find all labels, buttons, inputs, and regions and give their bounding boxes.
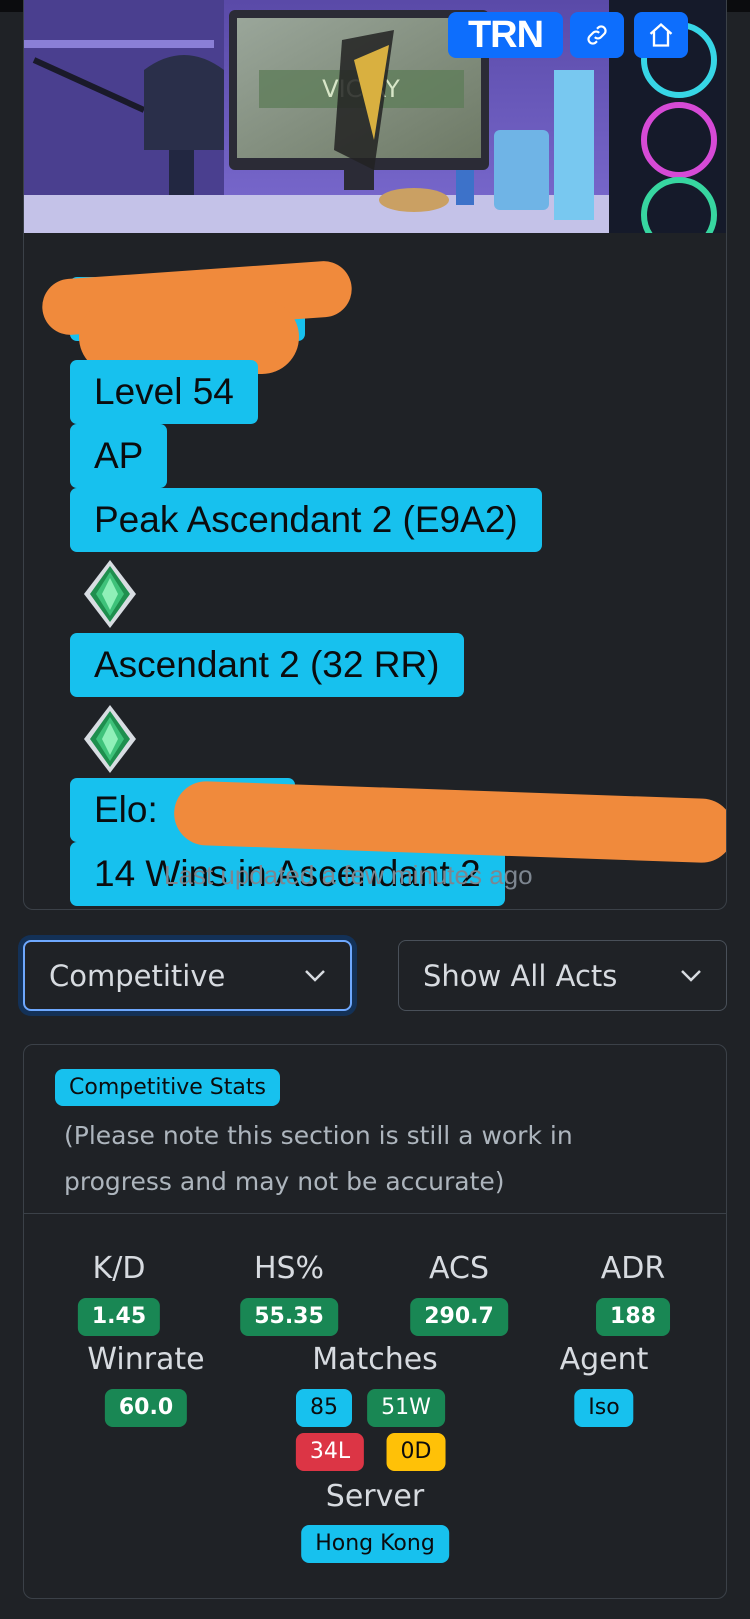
acts-select-value: Show All Acts — [423, 958, 618, 993]
winrate-label: Winrate — [87, 1342, 205, 1377]
server-label: Server — [325, 1479, 425, 1514]
acs-label: ACS — [429, 1251, 489, 1286]
profile-banner: VIC RY TRN — [24, 0, 726, 233]
peak-rank-pill: Peak Ascendant 2 (E9A2) — [70, 488, 542, 552]
mode-select-value: Competitive — [49, 958, 226, 993]
copy-link-button[interactable] — [570, 12, 624, 58]
hs-badge: 55.35 — [240, 1298, 338, 1336]
winrate-badge: 60.0 — [104, 1389, 188, 1427]
section-title-badge: Competitive Stats — [55, 1069, 280, 1106]
trn-button[interactable]: TRN — [448, 12, 563, 58]
acs-badge: 290.7 — [410, 1298, 508, 1336]
competitive-stats-card: Competitive Stats (Please note this sect… — [23, 1044, 727, 1599]
adr-label: ADR — [600, 1251, 666, 1286]
disclaimer-note: (Please note this section is still a wor… — [64, 1121, 573, 1196]
current-rank-pill: Ascendant 2 (32 RR) — [70, 633, 464, 697]
acts-select[interactable]: Show All Acts — [398, 940, 727, 1011]
last-updated-text: Last updated a few minutes ago — [164, 860, 533, 890]
region-pill: AP — [70, 424, 168, 488]
ascendant-rank-icon — [84, 705, 136, 773]
adr-badge: 188 — [596, 1298, 670, 1336]
matches-total-badge: 85 — [296, 1389, 352, 1427]
matches-draws-badge: 0D — [386, 1433, 446, 1471]
home-icon — [649, 22, 673, 47]
chevron-down-icon — [681, 969, 701, 982]
matches-label: Matches — [312, 1342, 438, 1377]
mode-select[interactable]: Competitive — [23, 940, 352, 1011]
agent-badge: Iso — [574, 1389, 634, 1427]
server-badge: Hong Kong — [301, 1525, 449, 1563]
kd-label: K/D — [92, 1251, 146, 1286]
chevron-down-icon — [305, 969, 325, 982]
divider — [24, 1213, 726, 1214]
hs-label: HS% — [253, 1251, 325, 1286]
trn-label: TRN — [467, 13, 544, 56]
profile-card: VIC RY TRN — [23, 0, 727, 910]
link-icon — [587, 25, 607, 45]
matches-wins-badge: 51W — [367, 1389, 445, 1427]
matches-losses-badge: 34L — [295, 1433, 365, 1471]
home-button[interactable] — [634, 12, 688, 58]
level-pill: Level 54 — [70, 360, 258, 424]
ascendant-rank-icon — [84, 560, 136, 628]
agent-label: Agent — [559, 1342, 649, 1377]
kd-badge: 1.45 — [77, 1298, 161, 1336]
